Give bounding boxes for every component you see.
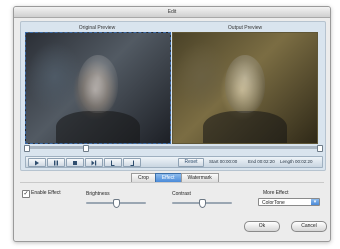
edit-tabs: Crop Effect Watermark (131, 173, 219, 183)
play-button[interactable] (28, 158, 46, 167)
original-preview-label: Original Preview (78, 25, 116, 31)
next-frame-button[interactable] (85, 158, 103, 167)
length-time: Length 00:02:20 (280, 159, 313, 164)
chevron-down-icon: ▾ (311, 199, 319, 205)
more-effect-value: ColorTone (262, 200, 285, 206)
original-preview-video[interactable] (25, 32, 171, 144)
end-time: End 00:02:20 (248, 159, 275, 164)
length-time-value: 00:02:20 (295, 159, 313, 164)
playhead-handle[interactable] (83, 145, 89, 152)
end-time-label: End (248, 159, 257, 164)
stop-icon (73, 160, 77, 165)
enable-effect-checkbox[interactable]: ✓ (22, 190, 30, 198)
output-preview-video (172, 32, 318, 144)
mark-out-button[interactable] (123, 158, 141, 167)
more-effect-label: More Effect (263, 190, 289, 196)
output-preview-label: Output Preview (227, 25, 263, 31)
brightness-slider[interactable] (86, 199, 146, 208)
mark-in-icon (111, 160, 115, 166)
pause-button[interactable] (47, 158, 65, 167)
edit-window: Edit Original Preview Output Preview Res… (13, 6, 331, 242)
ok-button[interactable]: Ok (244, 221, 280, 232)
brightness-label: Brightness (86, 191, 110, 197)
start-time-value: 00:00:00 (219, 159, 238, 164)
end-time-value: 00:02:20 (257, 159, 275, 164)
next-frame-icon (91, 160, 97, 165)
trim-start-handle[interactable] (24, 145, 30, 152)
trim-end-handle[interactable] (317, 145, 323, 152)
contrast-slider-thumb[interactable] (199, 199, 206, 208)
start-time: Start 00:00:00 (209, 159, 237, 164)
mark-out-icon (130, 160, 134, 166)
video-face (225, 55, 265, 113)
play-icon (35, 160, 39, 165)
preview-panel: Original Preview Output Preview Reset St… (20, 21, 326, 171)
pause-icon (54, 160, 58, 165)
contrast-label: Contrast (172, 191, 191, 197)
playback-toolbar: Reset Start 00:00:00 End 00:02:20 Length… (25, 156, 323, 168)
brightness-slider-thumb[interactable] (113, 199, 120, 208)
contrast-slider[interactable] (172, 199, 232, 208)
length-time-label: Length (280, 159, 294, 164)
video-figure (56, 111, 140, 143)
mark-in-button[interactable] (104, 158, 122, 167)
start-time-label: Start (209, 159, 219, 164)
video-face (78, 55, 118, 113)
cancel-button[interactable]: Cancel (291, 221, 327, 232)
stop-button[interactable] (66, 158, 84, 167)
reset-button[interactable]: Reset (178, 158, 204, 167)
effect-settings: ✓ Enable Effect Brightness Contrast More… (20, 182, 327, 241)
window-title: Edit (14, 7, 330, 18)
video-figure (203, 111, 287, 143)
timeline-track[interactable] (24, 145, 323, 152)
more-effect-select[interactable]: ColorTone ▾ (258, 198, 320, 206)
enable-effect-label: Enable Effect (31, 190, 61, 196)
